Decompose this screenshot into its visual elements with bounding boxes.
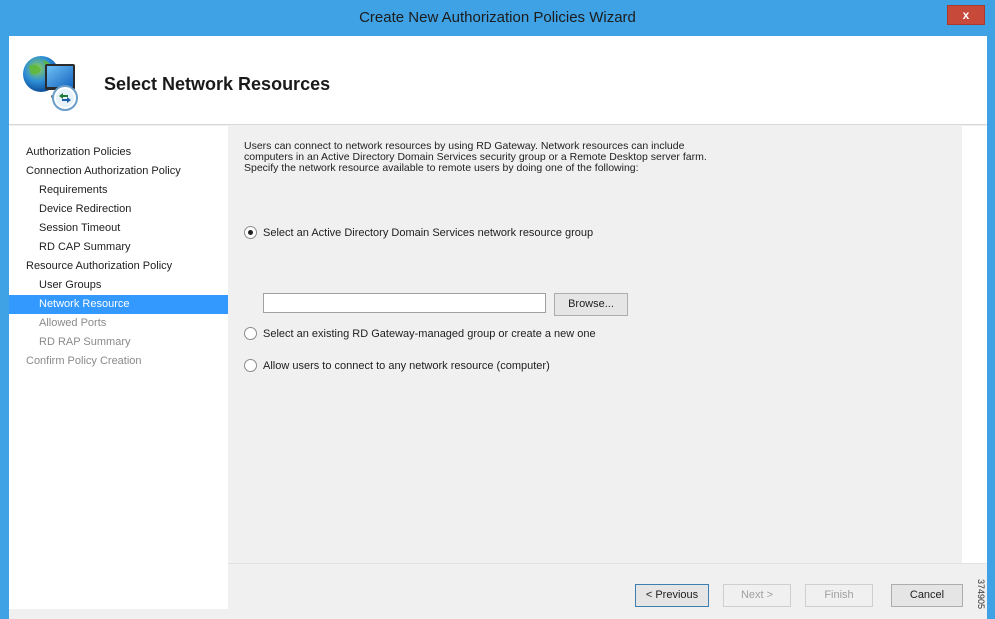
figure-id-text: 374905 bbox=[976, 578, 987, 610]
nav-item-network-resource[interactable]: Network Resource bbox=[9, 295, 228, 314]
wizard-window: Create New Authorization Policies Wizard… bbox=[0, 0, 995, 619]
nav-item-device-redirection[interactable]: Device Redirection bbox=[9, 200, 228, 219]
close-button[interactable]: x bbox=[947, 5, 985, 25]
wizard-header: Select Network Resources bbox=[9, 36, 987, 125]
wizard-client-area: Select Network Resources Authorization P… bbox=[9, 36, 987, 619]
wizard-footer: < Previous Next > Finish Cancel bbox=[228, 563, 987, 619]
window-title: Create New Authorization Policies Wizard bbox=[359, 9, 636, 26]
nav-item-rd-cap-summary[interactable]: RD CAP Summary bbox=[9, 238, 228, 257]
nav-item-allowed-ports: Allowed Ports bbox=[39, 317, 107, 329]
page-title: Select Network Resources bbox=[104, 74, 331, 94]
next-button: Next > bbox=[723, 584, 791, 607]
radio-any-resource[interactable] bbox=[244, 359, 257, 372]
radio-rd-gateway-group[interactable] bbox=[244, 327, 257, 340]
nav-item-user-groups[interactable]: User Groups bbox=[9, 276, 228, 295]
nav-item-authorization-policies[interactable]: Authorization Policies bbox=[9, 143, 228, 162]
nav-item-session-timeout[interactable]: Session Timeout bbox=[9, 219, 228, 238]
option-rd-gateway-group-label[interactable]: Select an existing RD Gateway-managed gr… bbox=[263, 325, 596, 343]
finish-button: Finish bbox=[805, 584, 873, 607]
cancel-button[interactable]: Cancel bbox=[891, 584, 963, 607]
nav-item-connection-authorization-policy[interactable]: Connection Authorization Policy bbox=[9, 162, 228, 181]
network-resource-group-input[interactable] bbox=[263, 293, 546, 313]
content-panel: Users can connect to network resources b… bbox=[228, 126, 962, 563]
previous-button[interactable]: < Previous bbox=[635, 584, 709, 607]
nav-item-confirm-policy-creation: Confirm Policy Creation bbox=[26, 355, 142, 367]
wizard-steps-nav: Authorization Policies Connection Author… bbox=[9, 126, 228, 619]
option-any-resource-label[interactable]: Allow users to connect to any network re… bbox=[263, 357, 550, 375]
figure-id-watermark: 374905 bbox=[976, 575, 995, 619]
option-ad-ds-group-label[interactable]: Select an Active Directory Domain Servic… bbox=[263, 224, 593, 242]
intro-text: Users can connect to network resources b… bbox=[244, 141, 844, 174]
nav-bottom-strip bbox=[9, 609, 228, 619]
right-margin-panel bbox=[962, 126, 987, 563]
title-bar[interactable]: Create New Authorization Policies Wizard… bbox=[0, 0, 995, 36]
nav-item-rd-rap-summary: RD RAP Summary bbox=[39, 336, 131, 348]
nav-item-requirements[interactable]: Requirements bbox=[9, 181, 228, 200]
computer-remote-icon bbox=[19, 50, 83, 114]
intro-line-3: Specify the network resource available t… bbox=[244, 162, 639, 174]
nav-item-resource-authorization-policy[interactable]: Resource Authorization Policy bbox=[9, 257, 228, 276]
browse-button[interactable]: Browse... bbox=[554, 293, 628, 316]
radio-ad-ds-group[interactable] bbox=[244, 226, 257, 239]
